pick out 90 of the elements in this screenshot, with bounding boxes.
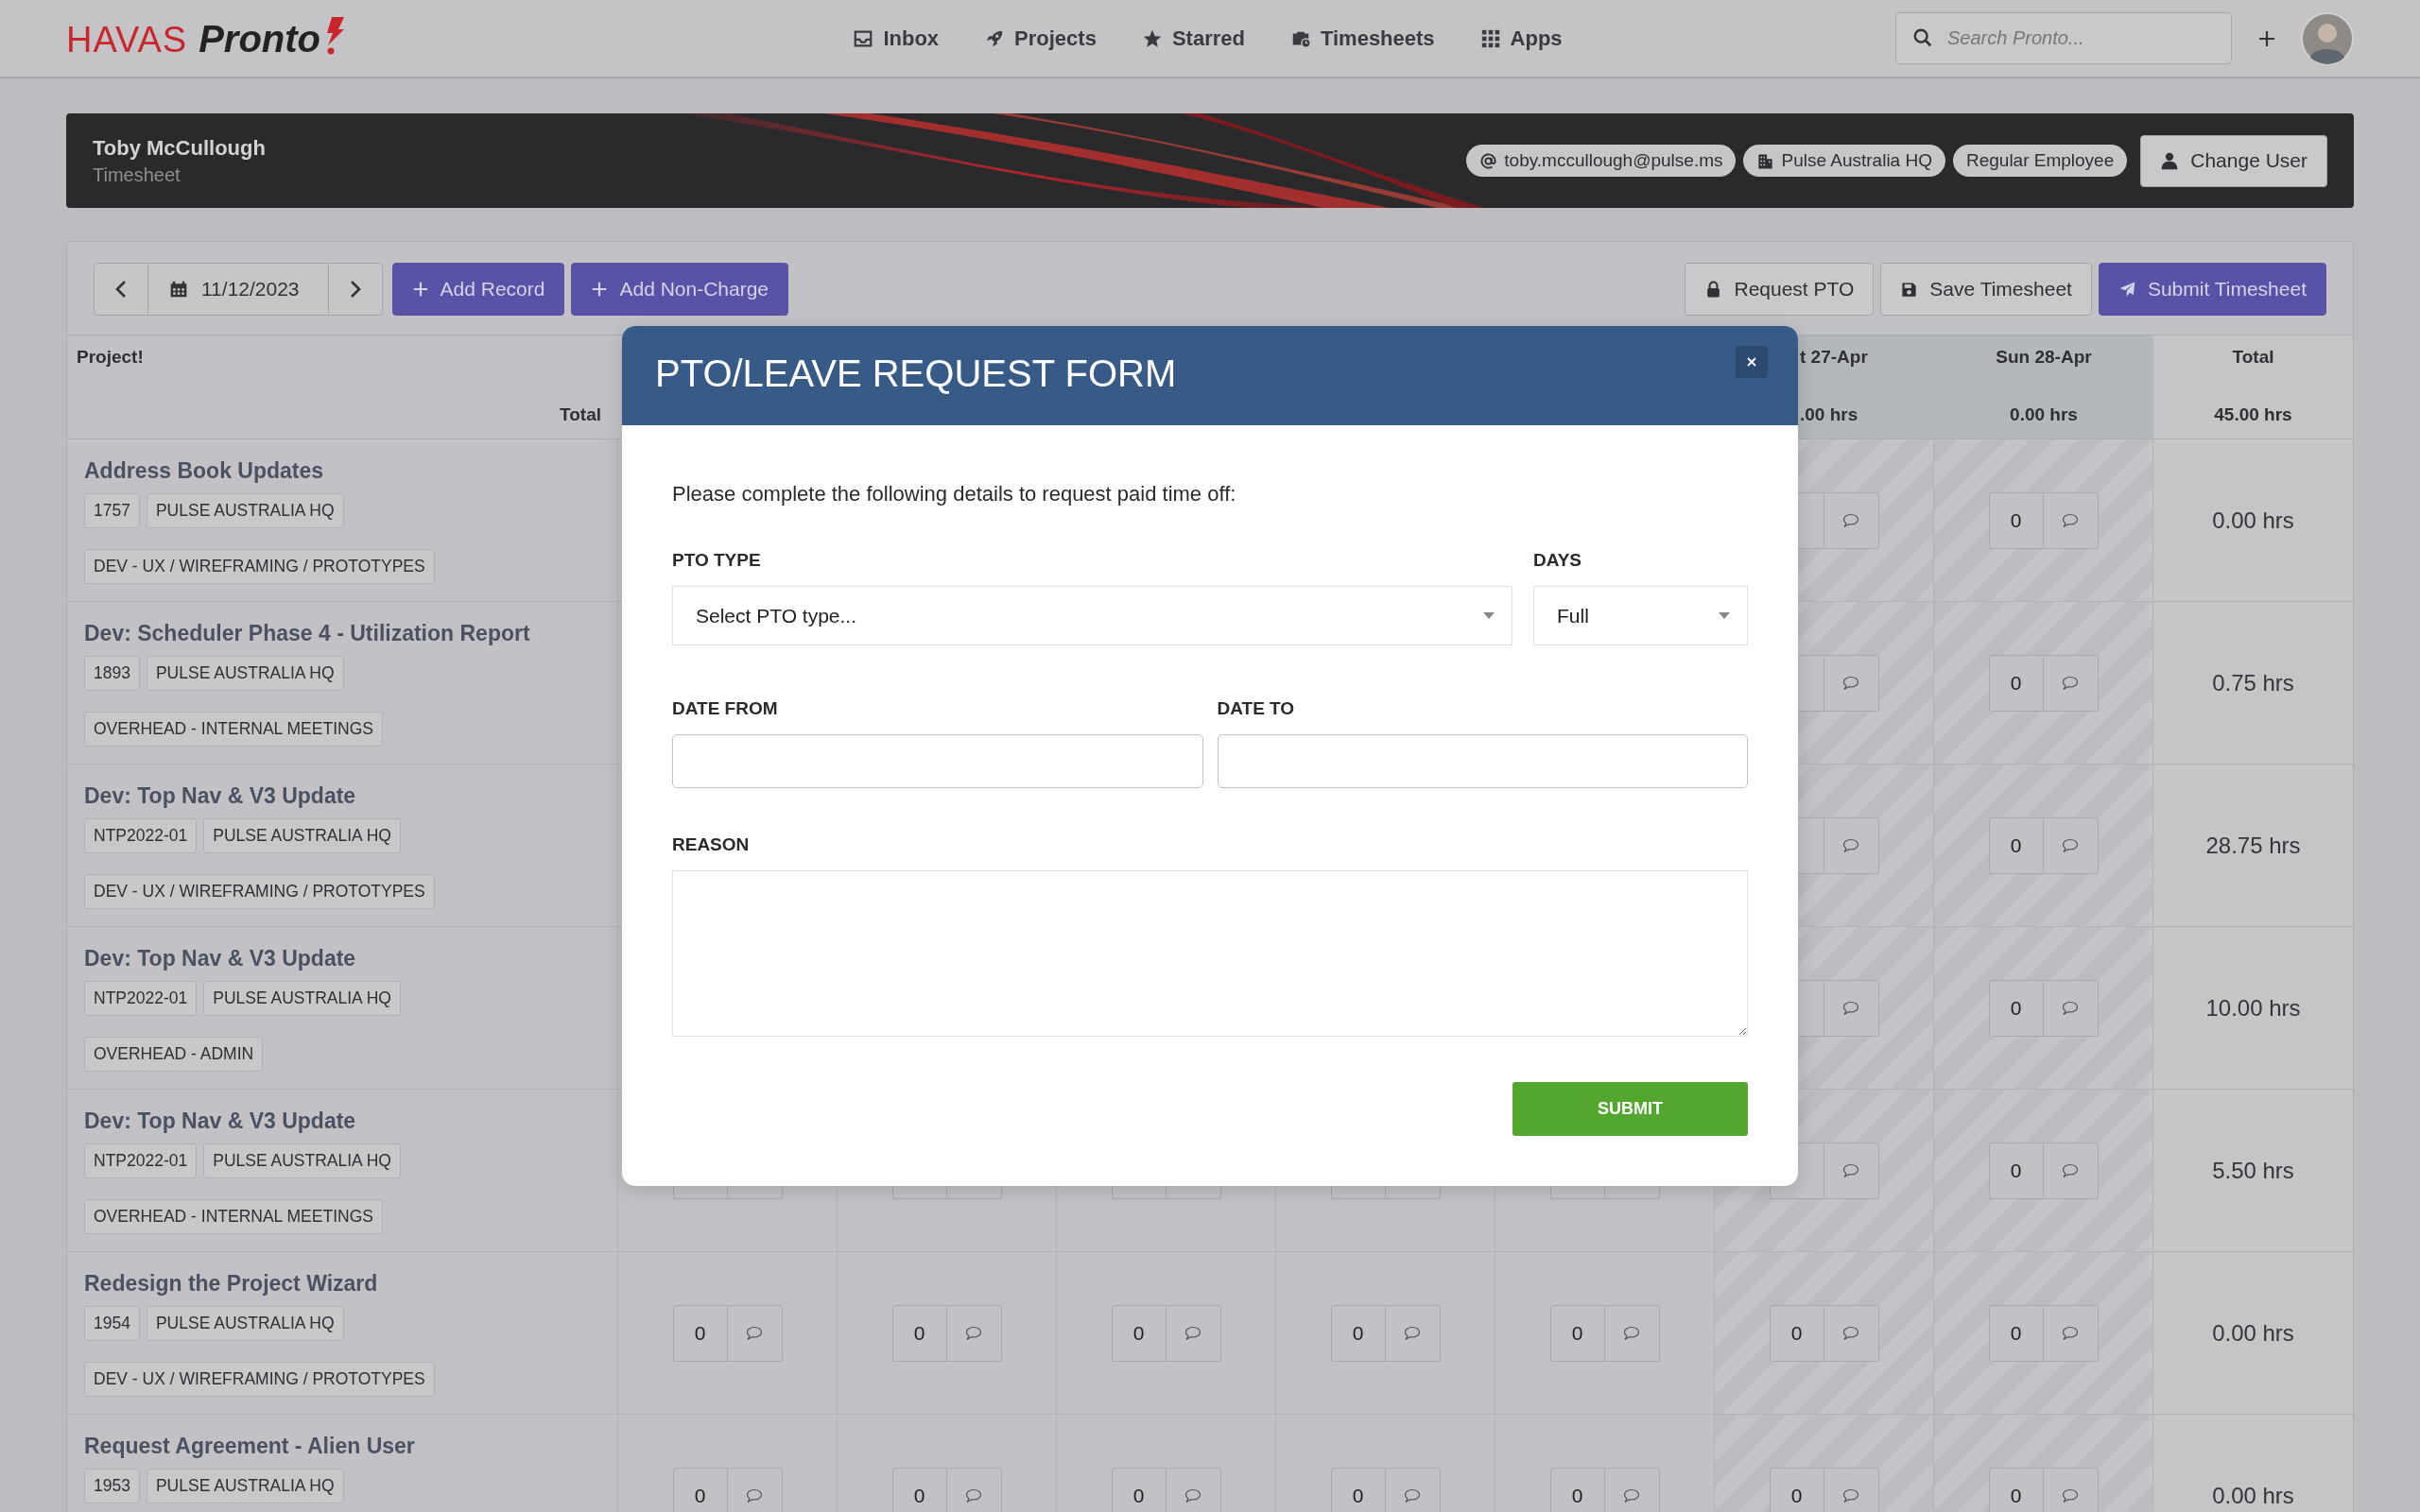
office-tag: PULSE AUSTRALIA HQ	[146, 1306, 344, 1341]
user-name: Toby McCullough	[93, 135, 266, 161]
info-chip: Pulse Australia HQ	[1743, 145, 1945, 177]
page-subtitle: Timesheet	[93, 163, 182, 186]
office-tag: PULSE AUSTRALIA HQ	[203, 1143, 401, 1178]
row-total: 0.75 hrs	[2212, 669, 2294, 696]
day-header: Sun 28-Apr	[1996, 347, 2092, 368]
project-code-tag: 1954	[84, 1306, 140, 1341]
project-title: Dev: Scheduler Phase 4 - Utilization Report	[84, 621, 531, 646]
hours-field[interactable]: 0	[1330, 1467, 1386, 1512]
row-total: 28.75 hrs	[2205, 832, 2301, 859]
dropdown[interactable]: Select PTO type...	[672, 586, 1512, 645]
hours-field[interactable]: 0	[891, 1467, 947, 1512]
hours-field[interactable]: 0	[1988, 1142, 2044, 1199]
office-tag: PULSE AUSTRALIA HQ	[203, 818, 401, 853]
hours-field[interactable]: 0	[1769, 1304, 1824, 1362]
hours-field[interactable]: 0	[672, 1467, 728, 1512]
task-tag: DEV - UX / WIREFRAMING / PROTOTYPES	[84, 874, 435, 909]
add-button[interactable]: Add Record	[391, 263, 565, 316]
hours-field[interactable]: 0	[891, 1304, 947, 1362]
project-code-tag: NTP2022-01	[84, 1143, 198, 1178]
row-total: 10.00 hrs	[2205, 994, 2301, 1022]
date-text: 11/12/2023	[201, 278, 300, 301]
office-tag: PULSE AUSTRALIA HQ	[146, 656, 344, 691]
change-user-button[interactable]: Change User	[2140, 134, 2327, 187]
hours-field[interactable]: 0	[1988, 1467, 2044, 1512]
row-total: 0.00 hrs	[2212, 1482, 2294, 1509]
task-tag: DEV - UX / WIREFRAMING / PROTOTYPES	[84, 549, 435, 584]
row-total: 5.50 hrs	[2212, 1157, 2294, 1184]
project-title: Address Book Updates	[84, 458, 325, 484]
project-code-tag: NTP2022-01	[84, 818, 198, 853]
day-total: 0.00 hrs	[2010, 404, 2078, 425]
hours-field[interactable]: 0	[1988, 1304, 2044, 1362]
hours-field[interactable]: 0	[1988, 979, 2044, 1037]
project-title: Dev: Top Nav & V3 Update	[84, 783, 357, 809]
submit-button[interactable]: Submit Timesheet	[2098, 263, 2326, 316]
request-pto-button[interactable]: Request PTO	[1685, 263, 1875, 316]
add-button[interactable]: Add Non-Charge	[571, 263, 789, 316]
hours-field[interactable]: 0	[672, 1304, 728, 1362]
nav-link[interactable]: Inbox	[853, 26, 940, 51]
hours-field[interactable]: 0	[1769, 1467, 1824, 1512]
search-field[interactable]: Search Pronto...	[1895, 12, 2232, 64]
field-label: REASON	[672, 834, 751, 855]
project-title: Dev: Top Nav & V3 Update	[84, 1108, 357, 1134]
office-tag: PULSE AUSTRALIA HQ	[146, 1469, 344, 1503]
field-label: PTO TYPE	[672, 550, 762, 571]
date-picker[interactable]: 11/12/2023	[94, 263, 383, 316]
hours-field[interactable]: 0	[1549, 1467, 1605, 1512]
save-button[interactable]: Save Timesheet	[1880, 263, 2092, 316]
day-total: .00 hrs	[1800, 404, 1858, 425]
info-chip: toby.mccullough@pulse.ms	[1466, 145, 1737, 177]
day-header: t 27-Apr	[1800, 347, 1868, 368]
task-tag: OVERHEAD - INTERNAL MEETINGS	[84, 712, 383, 747]
hours-field[interactable]: 0	[1988, 491, 2044, 549]
task-tag: DEV - UX / WIREFRAMING / PROTOTYPES	[84, 1362, 435, 1397]
grand-total: 45.00 hrs	[2214, 404, 2292, 425]
column-header: Total	[559, 404, 601, 425]
column-header: Project!	[77, 347, 145, 368]
task-tag: OVERHEAD - ADMIN	[84, 1037, 264, 1072]
project-title: Request Agreement - Alien User	[84, 1434, 416, 1459]
hours-field[interactable]: 0	[1330, 1304, 1386, 1362]
row-total: 0.00 hrs	[2212, 1319, 2294, 1347]
task-tag: OVERHEAD - INTERNAL MEETINGS	[84, 1199, 383, 1234]
dropdown[interactable]: Full	[1533, 586, 1748, 645]
info-chip: Regular Employee	[1952, 145, 2128, 177]
hours-field[interactable]: 0	[1111, 1304, 1167, 1362]
modal-title: PTO/LEAVE REQUEST FORM	[655, 352, 1177, 395]
logo-text[interactable]: Pronto	[199, 17, 321, 60]
field-label: DAYS	[1533, 550, 1583, 571]
project-code-tag: 1893	[84, 656, 140, 691]
nav-link[interactable]: Apps	[1479, 26, 1563, 51]
field-label: DATE TO	[1217, 698, 1296, 719]
field-label: DATE FROM	[672, 698, 779, 719]
project-code-tag: 1757	[84, 493, 140, 528]
project-code-tag: NTP2022-01	[84, 981, 198, 1016]
row-total: 0.00 hrs	[2212, 507, 2294, 534]
project-title: Redesign the Project Wizard	[84, 1271, 379, 1297]
hours-field[interactable]: 0	[1111, 1467, 1167, 1512]
nav-link[interactable]: Projects	[984, 26, 1097, 51]
instruction-text: Please complete the following details to request paid time off:	[672, 482, 1237, 507]
hours-field[interactable]: 0	[1549, 1304, 1605, 1362]
column-header: Total	[2232, 347, 2274, 368]
nav-link[interactable]: Starred	[1141, 26, 1245, 51]
nav-link[interactable]: Timesheets	[1289, 26, 1435, 51]
hours-field[interactable]: 0	[1988, 816, 2044, 874]
hours-field[interactable]: 0	[1988, 654, 2044, 712]
project-code-tag: 1953	[84, 1469, 140, 1503]
project-title: Dev: Top Nav & V3 Update	[84, 946, 357, 971]
office-tag: PULSE AUSTRALIA HQ	[203, 981, 401, 1016]
office-tag: PULSE AUSTRALIA HQ	[146, 493, 344, 528]
